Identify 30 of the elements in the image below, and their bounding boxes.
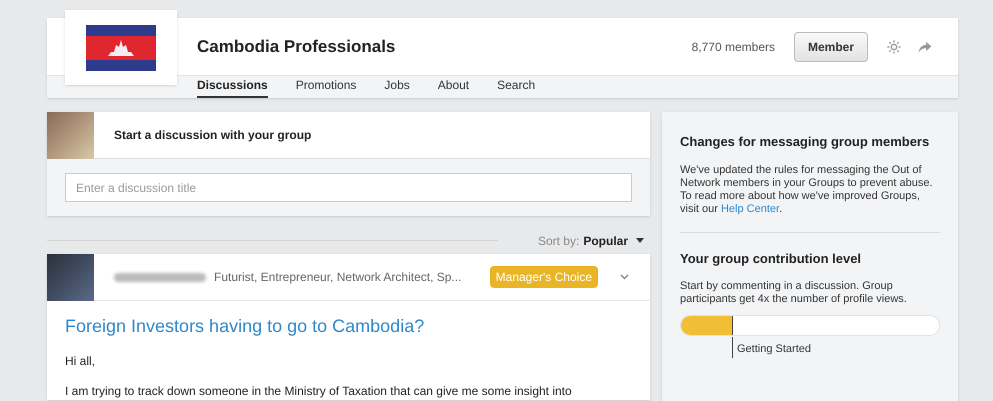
chevron-icon[interactable] — [620, 274, 629, 280]
member-button[interactable]: Member — [794, 32, 868, 62]
caret-icon[interactable] — [636, 238, 644, 243]
avatar-photo — [47, 254, 94, 300]
post-text: I am trying to track down someone in the Ministry of Taxation that can give me some insight into — [65, 383, 573, 400]
tab[interactable]: Search — [497, 76, 536, 98]
flag-icon — [86, 24, 156, 70]
avatar-photo — [47, 112, 94, 158]
member-count: 8,770 members — [692, 38, 775, 56]
group-name: Cambodia Professionals — [197, 36, 396, 58]
composer-prompt: Start a discussion with your group — [114, 127, 312, 144]
tab[interactable]: About — [438, 76, 470, 98]
managers-choice-badge: Manager's Choice — [490, 266, 598, 288]
tab[interactable]: Discussions — [197, 76, 268, 98]
discussion-title-field[interactable]: Enter a discussion title — [65, 173, 632, 202]
author-headline: Futurist, Entrepreneur, Network Architect, Sp... — [214, 269, 462, 286]
post-text: Hi all, — [65, 353, 96, 370]
sort-label: Sort by: — [538, 232, 580, 250]
notice-text: We've updated the rules for messaging the Out of Network members in your Groups to prevent abuse. To read more about how we've improved Groups, visit our Help Center. — [680, 164, 934, 216]
post-title[interactable]: Foreign Investors having to go to Cambodia? — [65, 313, 632, 340]
contribution-text: Start by commenting in a discussion. Group participants get 4x the number of profile views. — [680, 280, 908, 306]
tab[interactable]: Jobs — [384, 76, 410, 98]
level-label: Getting Started — [732, 337, 811, 358]
help-center-link[interactable]: Help Center — [720, 202, 780, 214]
contribution-title: Your group contribution level — [680, 250, 862, 268]
settings-icon[interactable] — [886, 38, 902, 54]
notice-title: Changes for messaging group members — [680, 133, 930, 151]
tab[interactable]: Promotions — [296, 76, 356, 98]
sort-dropdown[interactable]: Popular — [583, 232, 628, 250]
share-arrow-icon[interactable] — [918, 40, 932, 54]
